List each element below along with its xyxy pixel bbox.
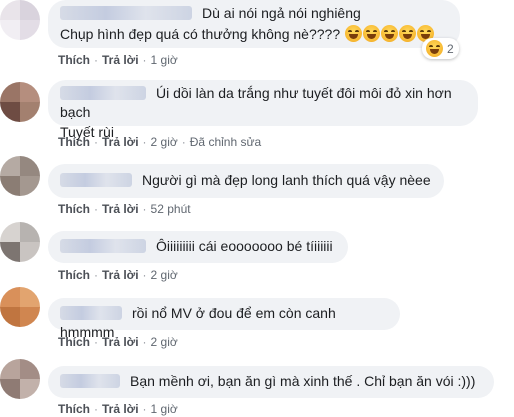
reply-link[interactable]: Trả lời: [102, 135, 139, 149]
avatar-pixel: [0, 0, 20, 20]
comment-thread: Dù ai nói ngả nói nghiêng Chụp hình đẹp …: [0, 0, 514, 417]
avatar-pixel: [20, 82, 40, 102]
avatar-pixel: [20, 176, 40, 196]
like-link[interactable]: Thích: [58, 202, 90, 216]
avatar-pixel: [0, 176, 20, 196]
laughing-emoji-icon: [345, 25, 362, 42]
commenter-name-blurred[interactable]: [60, 239, 146, 253]
comment-actions: Thích · Trả lời · 2 giờ · Đã chỉnh sửa: [58, 135, 261, 149]
comment-bubble: Người gì mà đẹp long lanh thích quá vậy …: [48, 164, 444, 198]
comment-bubble: rồi nổ MV ở đou để em còn canh hmmmm: [48, 298, 400, 340]
comment-text: Ôiiiiiiiii cái eooooooo bé tíiiiiii: [60, 237, 336, 256]
avatar-pixel: [20, 242, 40, 262]
separator: ·: [94, 202, 98, 216]
like-link[interactable]: Thích: [58, 335, 90, 349]
avatar-pixel: [0, 287, 20, 307]
avatar-pixel: [20, 379, 40, 399]
avatar[interactable]: [0, 287, 40, 327]
separator: ·: [94, 268, 98, 282]
reply-link[interactable]: Trả lời: [102, 53, 139, 67]
avatar-pixel: [20, 307, 40, 327]
commenter-name-blurred[interactable]: [60, 173, 132, 187]
commenter-name-blurred[interactable]: [60, 6, 192, 20]
avatar-pixel: [0, 156, 20, 176]
comment-actions: Thích · Trả lời · 2 giờ: [58, 268, 178, 282]
laughing-emoji-icon: [426, 40, 443, 57]
avatar-pixel: [0, 20, 20, 40]
timestamp[interactable]: 52 phút: [151, 202, 191, 216]
commenter-name-blurred[interactable]: [60, 306, 122, 320]
avatar[interactable]: [0, 156, 40, 196]
avatar-pixel: [20, 102, 40, 122]
comment-bubble: Dù ai nói ngả nói nghiêng Chụp hình đẹp …: [48, 0, 460, 48]
comment-text: Úi dồi làn da trắng như tuyết đôi môi đỏ…: [60, 84, 466, 122]
separator: ·: [94, 335, 98, 349]
laughing-emoji-icon: [363, 25, 380, 42]
like-link[interactable]: Thích: [58, 135, 90, 149]
comment-bubble: Bạn mềnh ơi, bạn ăn gì mà xinh thế . Chỉ…: [48, 366, 494, 398]
comment-actions: Thích · Trả lời · 52 phút: [58, 202, 191, 216]
laughing-emoji-icon: [381, 25, 398, 42]
timestamp[interactable]: 2 giờ: [151, 135, 178, 149]
separator: ·: [94, 402, 98, 416]
comment-bubble: Úi dồi làn da trắng như tuyết đôi môi đỏ…: [48, 80, 478, 140]
separator: ·: [142, 335, 147, 349]
like-link[interactable]: Thích: [58, 402, 90, 416]
avatar[interactable]: [0, 82, 40, 122]
avatar-pixel: [0, 102, 20, 122]
separator: ·: [181, 135, 186, 149]
separator: ·: [142, 53, 147, 67]
timestamp[interactable]: 2 giờ: [151, 335, 178, 349]
comment-text: Chụp hình đẹp quá có thưởng không nè????: [60, 25, 448, 44]
avatar-pixel: [0, 359, 20, 379]
reply-link[interactable]: Trả lời: [102, 268, 139, 282]
timestamp[interactable]: 1 giờ: [151, 53, 178, 67]
separator: ·: [142, 202, 147, 216]
comment-line-1: Dù ai nói ngả nói nghiêng: [202, 5, 361, 21]
comment-text: Bạn mềnh ơi, bạn ăn gì mà xinh thế . Chỉ…: [60, 372, 482, 391]
avatar-pixel: [0, 82, 20, 102]
avatar-pixel: [0, 222, 20, 242]
separator: ·: [94, 53, 98, 67]
avatar-pixel: [0, 379, 20, 399]
separator: ·: [142, 268, 147, 282]
reply-link[interactable]: Trả lời: [102, 202, 139, 216]
avatar-pixel: [20, 287, 40, 307]
commenter-name-blurred[interactable]: [60, 86, 146, 100]
avatar[interactable]: [0, 359, 40, 399]
timestamp[interactable]: 2 giờ: [151, 268, 178, 282]
avatar[interactable]: [0, 0, 40, 40]
avatar-pixel: [0, 242, 20, 262]
avatar-pixel: [20, 0, 40, 20]
avatar-pixel: [20, 156, 40, 176]
like-link[interactable]: Thích: [58, 53, 90, 67]
reply-link[interactable]: Trả lời: [102, 402, 139, 416]
comment-bubble: Ôiiiiiiiii cái eooooooo bé tíiiiiii: [48, 231, 348, 263]
avatar-pixel: [20, 359, 40, 379]
separator: ·: [142, 402, 147, 416]
like-link[interactable]: Thích: [58, 268, 90, 282]
avatar[interactable]: [0, 222, 40, 262]
comment-line-1: Người gì mà đẹp long lanh thích quá vậy …: [142, 172, 431, 188]
reply-link[interactable]: Trả lời: [102, 335, 139, 349]
separator: ·: [94, 135, 98, 149]
comment-actions: Thích · Trả lời · 1 giờ: [58, 53, 178, 67]
avatar-pixel: [20, 222, 40, 242]
avatar-pixel: [20, 20, 40, 40]
avatar-pixel: [0, 307, 20, 327]
comment-line-2: Chụp hình đẹp quá có thưởng không nè????: [60, 26, 341, 42]
comment-actions: Thích · Trả lời · 1 giờ: [58, 402, 178, 416]
comment-line-1: Ôiiiiiiiii cái eooooooo bé tíiiiiii: [156, 238, 333, 254]
timestamp[interactable]: 1 giờ: [151, 402, 178, 416]
reaction-count: 2: [447, 41, 454, 56]
reaction-badge[interactable]: 2: [422, 38, 459, 59]
comment-actions: Thích · Trả lời · 2 giờ: [58, 335, 178, 349]
laughing-emoji-icon: [399, 25, 416, 42]
comment-text: Người gì mà đẹp long lanh thích quá vậy …: [60, 171, 432, 190]
edited-label[interactable]: Đã chỉnh sửa: [190, 135, 261, 149]
separator: ·: [142, 135, 147, 149]
comment-line-1: Bạn mềnh ơi, bạn ăn gì mà xinh thế . Chỉ…: [130, 373, 476, 389]
comment-text: Dù ai nói ngả nói nghiêng: [60, 4, 448, 23]
commenter-name-blurred[interactable]: [60, 374, 120, 388]
